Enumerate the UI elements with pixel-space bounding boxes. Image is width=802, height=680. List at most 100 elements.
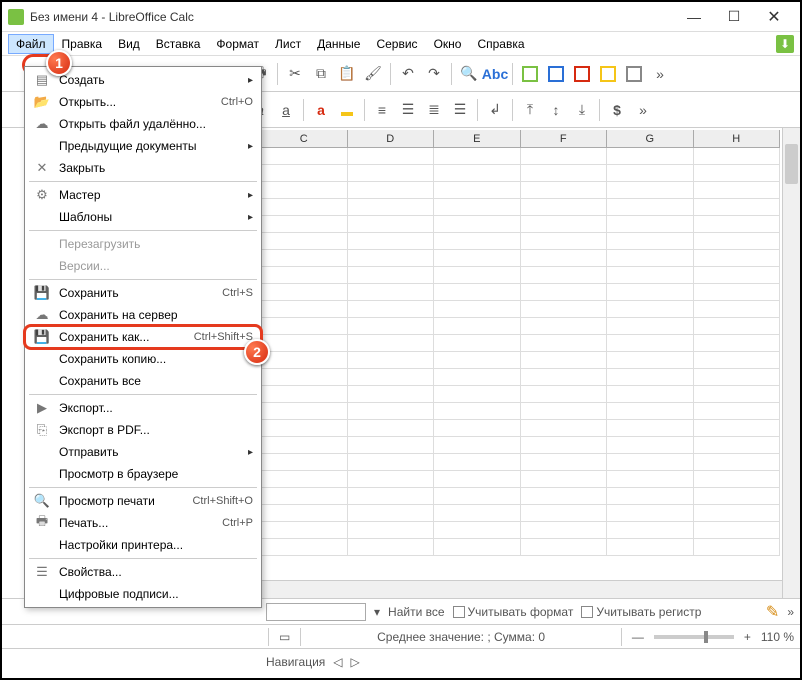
cell-style-4-icon[interactable] (596, 62, 620, 86)
statusbar: ▭ Среднее значение: ; Сумма: 0 — + 110 % (2, 624, 800, 648)
menu-tools[interactable]: Сервис (368, 34, 425, 54)
align-left-icon[interactable]: ≡ (370, 98, 394, 122)
spellcheck-icon[interactable]: Abc (483, 62, 507, 86)
cut-icon[interactable]: ✂ (283, 62, 307, 86)
maximize-button[interactable]: ☐ (714, 3, 754, 31)
arrow-down-icon[interactable]: ▾ (374, 605, 380, 619)
vertical-scrollbar[interactable] (782, 128, 800, 598)
underline-icon[interactable]: a (274, 98, 298, 122)
file-menu-item[interactable]: ▶Экспорт... (25, 397, 261, 419)
match-case-checkbox[interactable] (581, 606, 593, 618)
column-header[interactable]: E (434, 130, 521, 147)
file-menu-item[interactable]: ☁Сохранить на сервер (25, 304, 261, 326)
align-right-icon[interactable]: ≣ (422, 98, 446, 122)
menu-item-label: Создать (59, 73, 248, 87)
wrap-text-icon[interactable]: ↲ (483, 98, 507, 122)
file-menu-item[interactable]: Настройки принтера... (25, 534, 261, 556)
copy-icon[interactable]: ⧉ (309, 62, 333, 86)
open-remote-icon: ☁ (33, 116, 51, 132)
column-header[interactable]: F (521, 130, 608, 147)
file-menu-item[interactable]: ⎘Экспорт в PDF... (25, 419, 261, 441)
currency-icon[interactable]: $ (605, 98, 629, 122)
column-headers: C D E F G H (261, 130, 780, 148)
cell-style-5-icon[interactable] (622, 62, 646, 86)
zoom-value[interactable]: 110 % (761, 630, 794, 644)
find-dropdown[interactable] (266, 603, 366, 621)
submenu-arrow-icon: ▸ (248, 447, 253, 458)
file-menu-item[interactable]: 📂Открыть...Ctrl+O (25, 91, 261, 113)
column-header[interactable]: C (261, 130, 348, 147)
menu-help[interactable]: Справка (469, 34, 532, 54)
nav-next-icon[interactable]: ▷ (351, 655, 360, 669)
horizontal-scrollbar[interactable] (261, 580, 782, 598)
toolbar-more-icon[interactable]: » (648, 62, 672, 86)
valign-bottom-icon[interactable]: ⤓ (570, 98, 594, 122)
file-menu-item[interactable]: Шаблоны▸ (25, 206, 261, 228)
zoom-out-icon[interactable]: — (632, 630, 644, 644)
menu-view[interactable]: Вид (110, 34, 148, 54)
menu-file[interactable]: Файл (8, 34, 54, 54)
submenu-arrow-icon: ▸ (248, 141, 253, 152)
file-menu-item[interactable]: 💾Сохранить как...Ctrl+Shift+S (25, 326, 261, 348)
cell-style-1-icon[interactable] (518, 62, 542, 86)
close-button[interactable]: ✕ (754, 3, 794, 31)
column-header[interactable]: D (348, 130, 435, 147)
file-menu-item[interactable]: ⚙Мастер▸ (25, 184, 261, 206)
file-menu-item[interactable]: 🖶Печать...Ctrl+P (25, 512, 261, 534)
zoom-in-icon[interactable]: + (744, 630, 751, 644)
nav-prev-icon[interactable]: ◁ (333, 655, 342, 669)
menu-sheet[interactable]: Лист (267, 34, 309, 54)
valign-middle-icon[interactable]: ↕ (544, 98, 568, 122)
file-menu-item[interactable]: ✕Закрыть (25, 157, 261, 179)
undo-icon[interactable]: ↶ (396, 62, 420, 86)
file-menu-item[interactable]: ☰Свойства... (25, 561, 261, 583)
file-menu-item[interactable]: 🔍Просмотр печатиCtrl+Shift+O (25, 490, 261, 512)
valign-top-icon[interactable]: ⤒ (518, 98, 542, 122)
file-menu-item[interactable]: Отправить▸ (25, 441, 261, 463)
window-title: Без имени 4 - LibreOffice Calc (30, 10, 674, 24)
save-as-icon: 💾 (33, 329, 51, 345)
menu-format[interactable]: Формат (208, 34, 267, 54)
menu-window[interactable]: Окно (426, 34, 470, 54)
align-center-icon[interactable]: ☰ (396, 98, 420, 122)
zoom-slider[interactable] (654, 635, 734, 639)
column-header[interactable]: H (694, 130, 781, 147)
grid[interactable] (261, 148, 780, 578)
match-format-checkbox[interactable] (453, 606, 465, 618)
menu-insert[interactable]: Вставка (148, 34, 209, 54)
props-icon: ☰ (33, 564, 51, 580)
file-menu-item[interactable]: Сохранить копию... (25, 348, 261, 370)
insert-mode-icon[interactable]: ▭ (279, 630, 290, 644)
align-justify-icon[interactable]: ☰ (448, 98, 472, 122)
find-all-label[interactable]: Найти все (388, 605, 445, 619)
menu-item-shortcut: Ctrl+P (222, 517, 253, 529)
menu-item-label: Настройки принтера... (59, 538, 253, 552)
menu-item-label: Перезагрузить (59, 237, 253, 251)
redo-icon[interactable]: ↷ (422, 62, 446, 86)
file-menu-item[interactable]: Просмотр в браузере (25, 463, 261, 485)
column-header[interactable]: G (607, 130, 694, 147)
file-menu-item[interactable]: 💾СохранитьCtrl+S (25, 282, 261, 304)
findbar-more-icon[interactable]: » (787, 605, 794, 619)
file-menu-item[interactable]: ☁Открыть файл удалённо... (25, 113, 261, 135)
menu-item-label: Версии... (59, 259, 253, 273)
search-icon[interactable]: 🔍 (457, 62, 481, 86)
cell-style-2-icon[interactable] (544, 62, 568, 86)
menu-item-label: Цифровые подписи... (59, 587, 253, 601)
paste-icon[interactable]: 📋 (335, 62, 359, 86)
find-close-icon[interactable]: ✎ (766, 602, 779, 622)
update-icon[interactable]: ⬇ (776, 35, 794, 53)
minimize-button[interactable]: — (674, 3, 714, 31)
file-menu-item[interactable]: Предыдущие документы▸ (25, 135, 261, 157)
menu-data[interactable]: Данные (309, 34, 368, 54)
highlight-color-icon[interactable] (335, 98, 359, 122)
menu-item-label: Просмотр в браузере (59, 467, 253, 481)
font-color-icon[interactable]: a (309, 98, 333, 122)
menu-item-label: Сохранить как... (59, 330, 188, 344)
file-menu-item[interactable]: Цифровые подписи... (25, 583, 261, 605)
toolbar2-more-icon[interactable]: » (631, 98, 655, 122)
clone-format-icon[interactable]: 🖌 (361, 62, 385, 86)
file-menu-item[interactable]: Сохранить все (25, 370, 261, 392)
cell-style-3-icon[interactable] (570, 62, 594, 86)
menu-item-label: Закрыть (59, 161, 253, 175)
